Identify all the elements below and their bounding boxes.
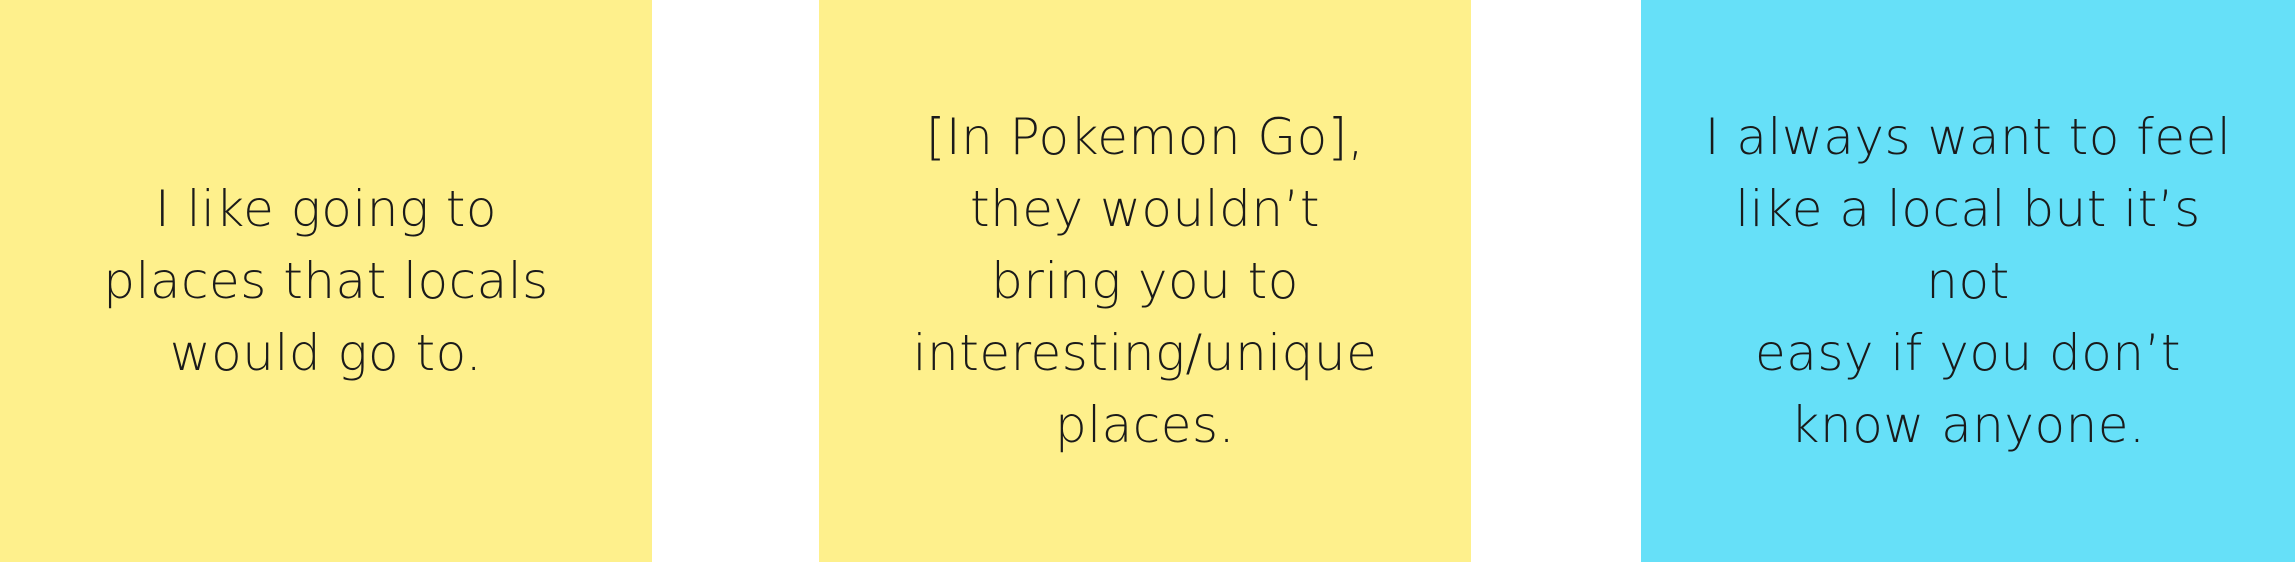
sticky-note-text: I always want to feel like a local but i… <box>1704 108 2232 454</box>
sticky-note-text: [In Pokemon Go], they wouldn’t bring you… <box>912 108 1378 454</box>
sticky-note-2: [In Pokemon Go], they wouldn’t bring you… <box>819 0 1471 562</box>
sticky-note-1: I like going to places that locals would… <box>0 0 652 562</box>
sticky-note-3: I always want to feel like a local but i… <box>1641 0 2295 562</box>
sticky-note-text: I like going to places that locals would… <box>103 180 549 382</box>
